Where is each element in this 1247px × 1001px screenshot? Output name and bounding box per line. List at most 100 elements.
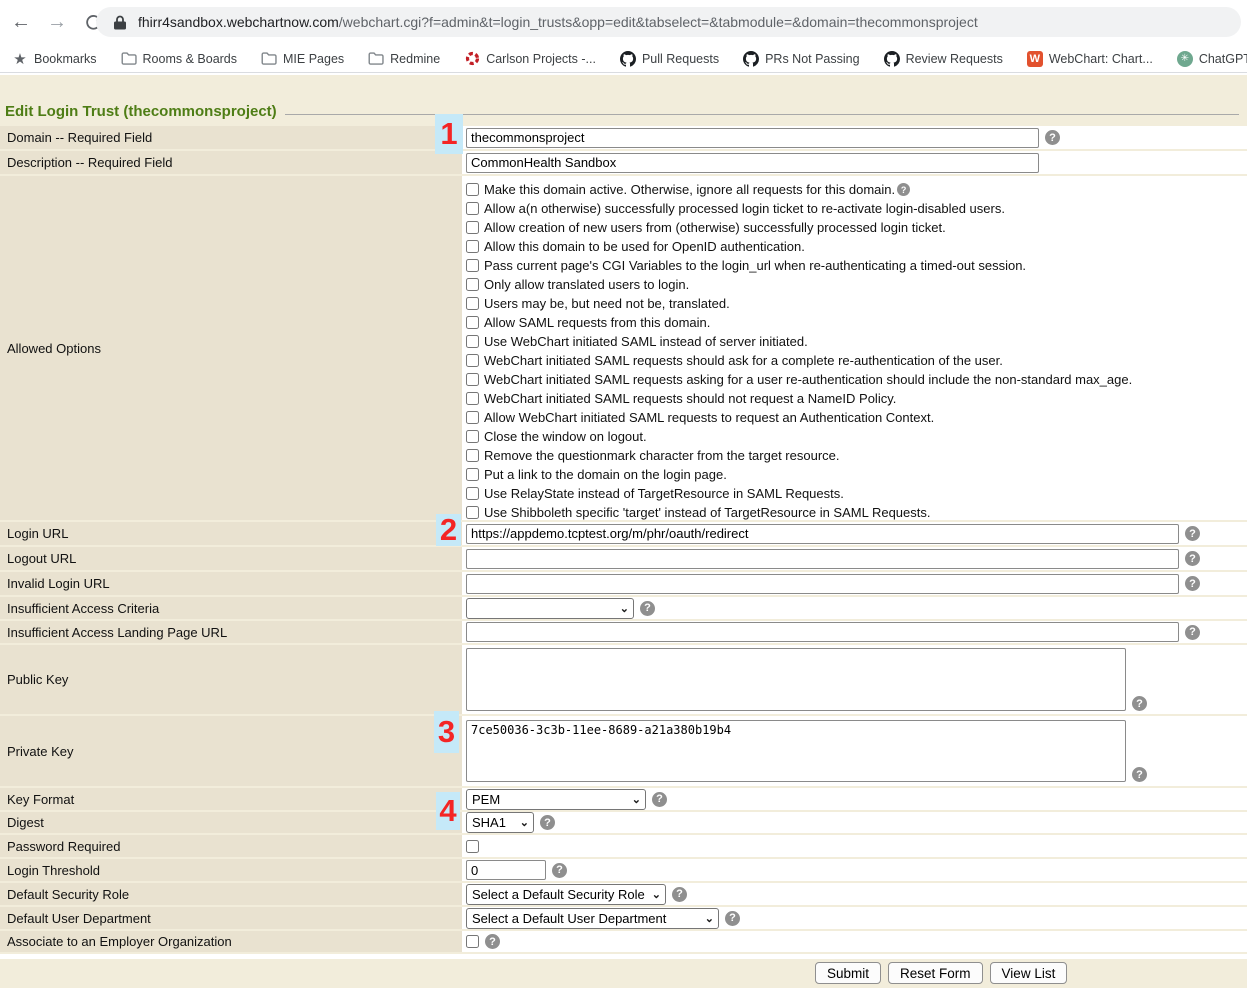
reset-form-button[interactable]: Reset Form (888, 962, 983, 984)
domain-input[interactable] (466, 128, 1039, 148)
back-icon[interactable]: ← (6, 7, 36, 37)
bookmark-redmine[interactable]: Redmine (368, 51, 440, 67)
option-checkbox[interactable] (466, 392, 479, 405)
option-checkbox[interactable] (466, 221, 479, 234)
login-threshold-input[interactable] (466, 860, 546, 880)
default-user-department-select[interactable]: Select a Default User Department ⌄ (466, 908, 719, 929)
url-text: fhirr4sandbox.webchartnow.com/webchart.c… (138, 14, 978, 30)
bookmark-webchart[interactable]: W WebChart: Chart... (1027, 51, 1153, 67)
bookmark-rooms-boards[interactable]: Rooms & Boards (121, 51, 237, 67)
help-icon[interactable]: ? (1185, 551, 1200, 566)
insufficient-access-landing-url-input[interactable] (466, 622, 1179, 642)
option-checkbox[interactable] (466, 259, 479, 272)
help-icon[interactable]: ? (1045, 130, 1060, 145)
option-label: Use RelayState instead of TargetResource… (484, 486, 844, 501)
help-icon[interactable]: ? (640, 601, 655, 616)
bookmark-label: Bookmarks (34, 52, 97, 66)
submit-button[interactable]: Submit (815, 962, 881, 984)
option-checkbox[interactable] (466, 316, 479, 329)
option-checkbox[interactable] (466, 468, 479, 481)
allowed-option-row: WebChart initiated SAML requests asking … (466, 370, 1132, 389)
allowed-option-row: Use RelayState instead of TargetResource… (466, 484, 1132, 503)
allowed-option-row: Close the window on logout. (466, 427, 1132, 446)
bookmark-label: MIE Pages (283, 52, 344, 66)
help-icon[interactable]: ? (1132, 696, 1147, 711)
password-required-checkbox[interactable] (466, 840, 479, 853)
insufficient-access-criteria-select[interactable]: ⌄ (466, 598, 634, 619)
help-icon[interactable]: ? (540, 815, 555, 830)
allowed-option-row: Users may be, but need not be, translate… (466, 294, 1132, 313)
bookmark-chatgpt[interactable]: ✳ ChatGPT (1177, 51, 1247, 67)
public-key-textarea[interactable] (466, 648, 1126, 711)
option-checkbox[interactable] (466, 240, 479, 253)
key-format-select[interactable]: PEM ⌄ (466, 789, 646, 810)
bookmark-label: Carlson Projects -... (486, 52, 596, 66)
address-bar[interactable]: fhirr4sandbox.webchartnow.com/webchart.c… (96, 7, 1241, 37)
field-label: Default User Department (0, 907, 462, 929)
option-checkbox[interactable] (466, 183, 479, 196)
bookmark-carlson-projects[interactable]: Carlson Projects -... (464, 51, 596, 67)
invalid-login-url-input[interactable] (466, 574, 1179, 594)
private-key-textarea[interactable]: 7ce50036-3c3b-11ee-8689-a21a380b19b4 (466, 720, 1126, 782)
view-list-button[interactable]: View List (990, 962, 1068, 984)
allowed-option-row: Only allow translated users to login. (466, 275, 1132, 294)
url-path: /webchart.cgi?f=admin&t=login_trusts&opp… (339, 14, 978, 30)
bookmarks-bar: ★ Bookmarks Rooms & Boards MIE Pages Red… (0, 44, 1247, 73)
option-label: Put a link to the domain on the login pa… (484, 467, 727, 482)
help-icon[interactable]: ? (672, 887, 687, 902)
help-icon[interactable]: ? (1185, 625, 1200, 640)
bookmark-review-requests[interactable]: Review Requests (884, 51, 1003, 67)
bookmark-label: PRs Not Passing (765, 52, 859, 66)
logout-url-input[interactable] (466, 549, 1179, 569)
option-checkbox[interactable] (466, 430, 479, 443)
option-checkbox[interactable] (466, 449, 479, 462)
help-icon[interactable]: ? (897, 183, 910, 196)
bookmark-pull-requests[interactable]: Pull Requests (620, 51, 719, 67)
option-checkbox[interactable] (466, 354, 479, 367)
row-insufficient-access-criteria: Insufficient Access Criteria ⌄ ? (0, 597, 1247, 619)
help-icon[interactable]: ? (485, 934, 500, 949)
help-icon[interactable]: ? (1185, 526, 1200, 541)
help-icon[interactable]: ? (652, 792, 667, 807)
select-value: Select a Default Security Role (472, 887, 645, 902)
page-title: Edit Login Trust (thecommonsproject) (5, 103, 277, 120)
help-icon[interactable]: ? (1185, 576, 1200, 591)
github-icon (620, 51, 636, 67)
row-digest: Digest SHA1 ⌄ ? (0, 812, 1247, 833)
default-security-role-select[interactable]: Select a Default Security Role ⌄ (466, 884, 666, 905)
option-checkbox[interactable] (466, 411, 479, 424)
row-domain: Domain -- Required Field ? (0, 126, 1247, 149)
option-checkbox[interactable] (466, 335, 479, 348)
forward-icon[interactable]: → (42, 7, 72, 37)
associate-employer-checkbox[interactable] (466, 935, 479, 948)
field-label: Associate to an Employer Organization (0, 931, 462, 952)
page-title-row: Edit Login Trust (thecommonsproject) (0, 75, 1247, 126)
option-checkbox[interactable] (466, 487, 479, 500)
allowed-option-row: Remove the questionmark character from t… (466, 446, 1132, 465)
login-url-input[interactable] (466, 524, 1179, 544)
bookmark-bookmarks[interactable]: ★ Bookmarks (12, 51, 97, 67)
option-checkbox[interactable] (466, 278, 479, 291)
help-icon[interactable]: ? (725, 911, 740, 926)
option-label: Make this domain active. Otherwise, igno… (484, 182, 895, 197)
row-associate-employer: Associate to an Employer Organization ? (0, 931, 1247, 952)
option-label: Allow WebChart initiated SAML requests t… (484, 410, 934, 425)
option-label: Use Shibboleth specific 'target' instead… (484, 505, 930, 520)
option-checkbox[interactable] (466, 373, 479, 386)
bookmark-mie-pages[interactable]: MIE Pages (261, 51, 344, 67)
option-label: Allow creation of new users from (otherw… (484, 220, 946, 235)
field-label: Invalid Login URL (0, 572, 462, 595)
annotation-2: 2 (436, 514, 461, 546)
field-label: Insufficient Access Landing Page URL (0, 621, 462, 643)
option-checkbox[interactable] (466, 202, 479, 215)
bookmark-prs-not-passing[interactable]: PRs Not Passing (743, 51, 859, 67)
option-checkbox[interactable] (466, 506, 479, 519)
description-input[interactable] (466, 153, 1039, 173)
bookmark-label: ChatGPT (1199, 52, 1247, 66)
help-icon[interactable]: ? (552, 863, 567, 878)
field-label: Digest (0, 812, 462, 833)
digest-select[interactable]: SHA1 ⌄ (466, 812, 534, 833)
help-icon[interactable]: ? (1132, 767, 1147, 782)
option-checkbox[interactable] (466, 297, 479, 310)
row-public-key: Public Key ? (0, 645, 1247, 714)
